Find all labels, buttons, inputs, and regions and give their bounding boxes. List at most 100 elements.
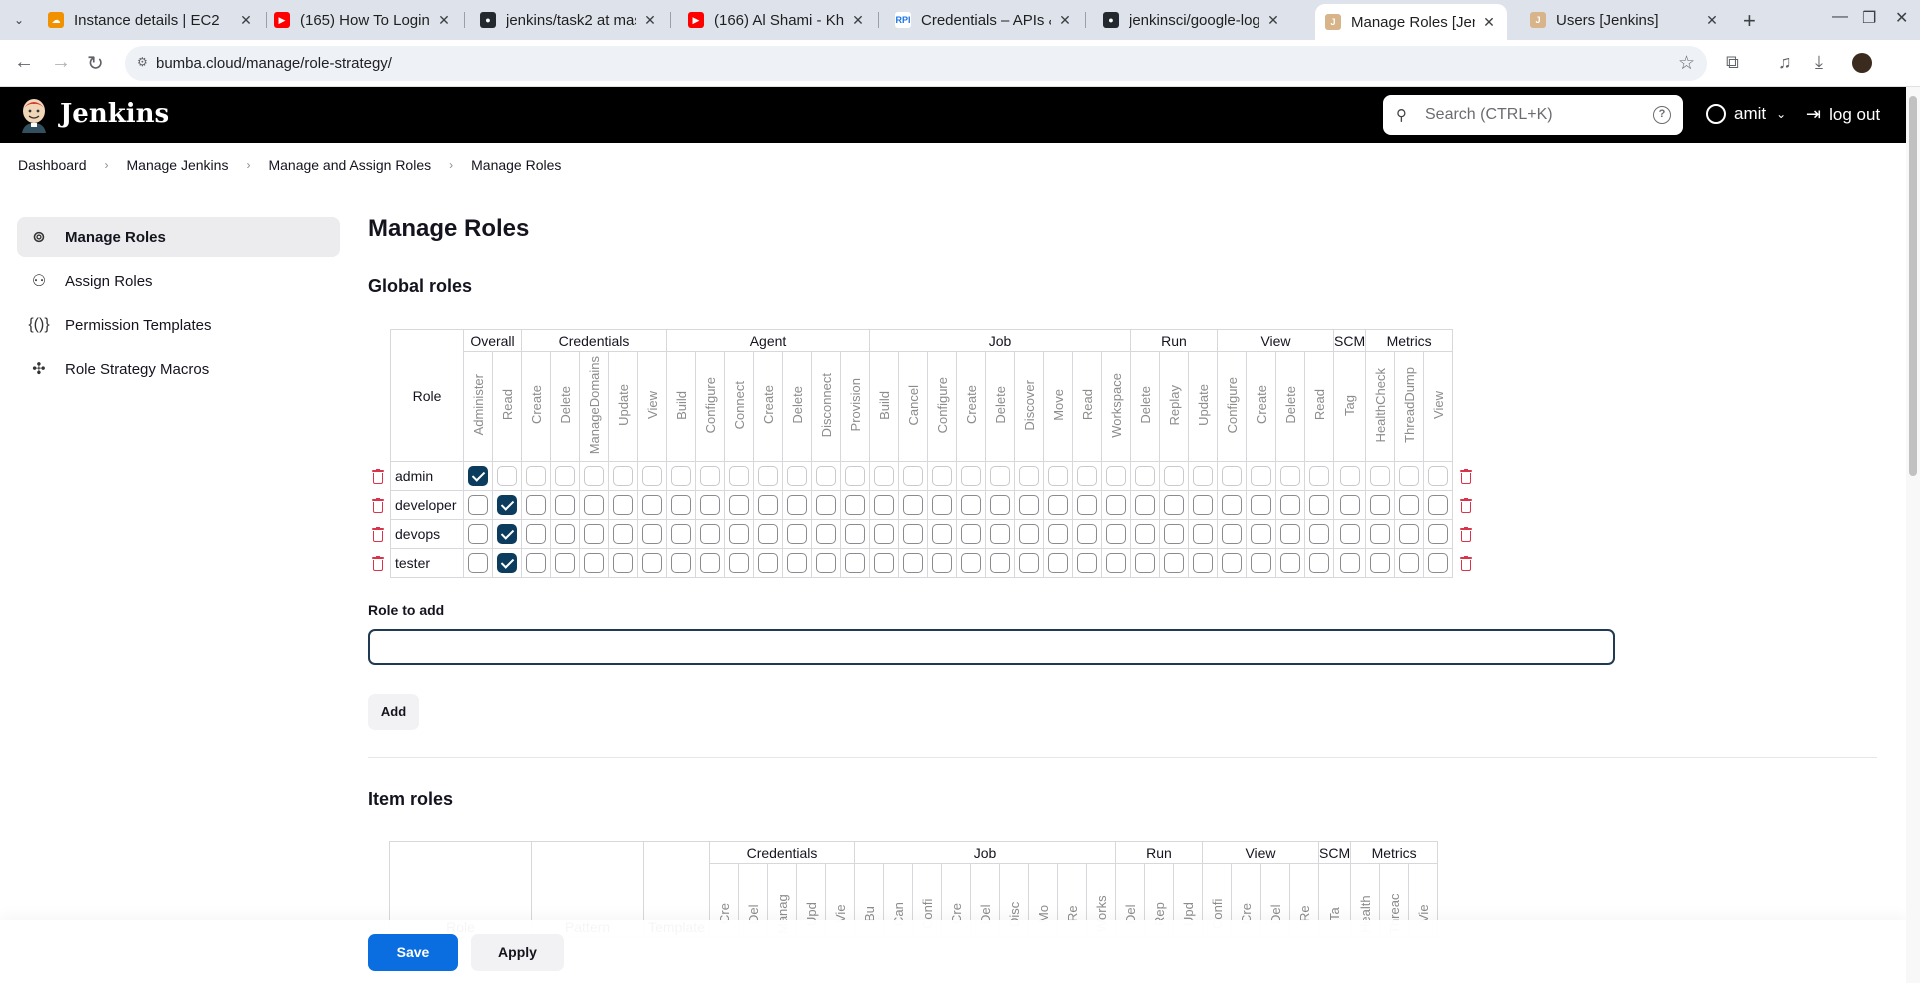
permission-checkbox[interactable] [671,466,691,486]
permission-checkbox[interactable] [1339,553,1360,573]
permission-checkbox[interactable] [584,466,604,486]
permission-checkbox[interactable] [787,553,807,573]
permission-checkbox[interactable] [990,553,1010,573]
permission-checkbox[interactable] [758,495,778,515]
permission-checkbox[interactable] [729,524,749,544]
permission-checkbox[interactable] [1135,495,1155,515]
permission-checkbox[interactable] [816,495,836,515]
permission-checkbox[interactable] [1106,495,1126,515]
permission-checkbox[interactable] [613,466,633,486]
extensions-icon[interactable]: ⧉ [1726,52,1739,73]
permission-checkbox[interactable] [903,466,923,486]
breadcrumb-manage-jenkins[interactable]: Manage Jenkins [127,157,229,173]
permission-checkbox[interactable] [729,553,749,573]
permission-checkbox[interactable] [1019,466,1039,486]
permission-checkbox[interactable] [1251,524,1271,544]
scrollbar-thumb[interactable] [1909,96,1917,476]
permission-checkbox[interactable] [642,495,662,515]
reload-icon[interactable]: ↻ [87,51,104,76]
permission-checkbox[interactable] [468,553,488,573]
permission-checkbox[interactable] [497,466,517,486]
sidebar-item-role-strategy-macros[interactable]: ✣ Role Strategy Macros [17,349,340,389]
delete-role-trash-icon[interactable] [1459,556,1473,572]
permission-checkbox[interactable] [584,524,604,544]
permission-checkbox[interactable] [787,466,807,486]
media-controls-icon[interactable]: ♫ [1778,52,1792,73]
url-text[interactable]: bumba.cloud/manage/role-strategy/ [156,55,392,72]
browser-tab[interactable]: ● jenkins/task2 at mast ✕ [470,5,668,35]
permission-checkbox[interactable] [932,553,952,573]
permission-checkbox[interactable] [1106,466,1126,486]
permission-checkbox[interactable] [642,553,662,573]
permission-checkbox[interactable] [1339,466,1360,486]
browser-tab[interactable]: ● jenkinsci/google-logi ✕ [1093,5,1291,35]
permission-checkbox[interactable] [1135,524,1155,544]
permission-checkbox[interactable] [729,466,749,486]
permission-checkbox[interactable] [700,524,720,544]
permission-checkbox[interactable] [1019,495,1039,515]
permission-checkbox[interactable] [1280,524,1300,544]
permission-checkbox[interactable] [1428,495,1449,515]
permission-checkbox[interactable] [1370,553,1391,573]
permission-checkbox[interactable] [555,524,575,544]
sidebar-item-permission-templates[interactable]: {()} Permission Templates [17,305,340,345]
permission-checkbox[interactable] [1309,553,1329,573]
permission-checkbox[interactable] [1370,466,1391,486]
search-input[interactable] [1425,95,1635,135]
minimize-button[interactable]: — [1832,8,1848,26]
permission-checkbox[interactable] [1135,466,1155,486]
permission-checkbox[interactable] [1222,466,1242,486]
permission-checkbox[interactable] [497,495,517,515]
breadcrumb-manage-roles[interactable]: Manage Roles [471,157,561,173]
permission-checkbox[interactable] [1193,524,1213,544]
permission-checkbox[interactable] [787,495,807,515]
permission-checkbox[interactable] [468,524,488,544]
breadcrumb-dashboard[interactable]: Dashboard [18,157,87,173]
permission-checkbox[interactable] [1222,495,1242,515]
permission-checkbox[interactable] [729,495,749,515]
breadcrumb-manage-assign-roles[interactable]: Manage and Assign Roles [268,157,431,173]
tab-close-icon[interactable]: ✕ [850,12,866,29]
permission-checkbox[interactable] [1399,524,1420,544]
permission-checkbox[interactable] [613,495,633,515]
permission-checkbox[interactable] [613,524,633,544]
permission-checkbox[interactable] [700,553,720,573]
permission-checkbox[interactable] [497,553,517,573]
back-arrow-icon[interactable]: ← [14,51,34,74]
tab-close-icon[interactable]: ✕ [436,12,452,29]
permission-checkbox[interactable] [758,553,778,573]
permission-checkbox[interactable] [961,524,981,544]
permission-checkbox[interactable] [613,553,633,573]
permission-checkbox[interactable] [1222,524,1242,544]
permission-checkbox[interactable] [526,524,546,544]
permission-checkbox[interactable] [758,524,778,544]
permission-checkbox[interactable] [903,553,923,573]
jenkins-title[interactable]: Jenkins [60,99,169,129]
permission-checkbox[interactable] [990,524,1010,544]
permission-checkbox[interactable] [874,495,894,515]
permission-checkbox[interactable] [1339,495,1360,515]
add-role-button[interactable]: Add [368,694,419,730]
permission-checkbox[interactable] [1106,524,1126,544]
downloads-icon[interactable]: ⤓ [1815,52,1823,73]
delete-role-trash-icon[interactable] [371,498,385,514]
save-button[interactable]: Save [368,934,458,971]
permission-checkbox[interactable] [468,495,488,515]
permission-checkbox[interactable] [1428,524,1449,544]
permission-checkbox[interactable] [1222,553,1242,573]
permission-checkbox[interactable] [700,466,720,486]
permission-checkbox[interactable] [1077,495,1097,515]
permission-checkbox[interactable] [1164,524,1184,544]
permission-checkbox[interactable] [932,495,952,515]
new-tab-button[interactable]: + [1743,8,1756,34]
delete-role-trash-icon[interactable] [371,469,385,485]
permission-checkbox[interactable] [1280,553,1300,573]
tab-close-icon[interactable]: ✕ [1481,14,1497,31]
permission-checkbox[interactable] [845,495,865,515]
permission-checkbox[interactable] [845,553,865,573]
permission-checkbox[interactable] [816,553,836,573]
permission-checkbox[interactable] [497,524,517,544]
permission-checkbox[interactable] [671,495,691,515]
permission-checkbox[interactable] [1048,495,1068,515]
permission-checkbox[interactable] [671,524,691,544]
